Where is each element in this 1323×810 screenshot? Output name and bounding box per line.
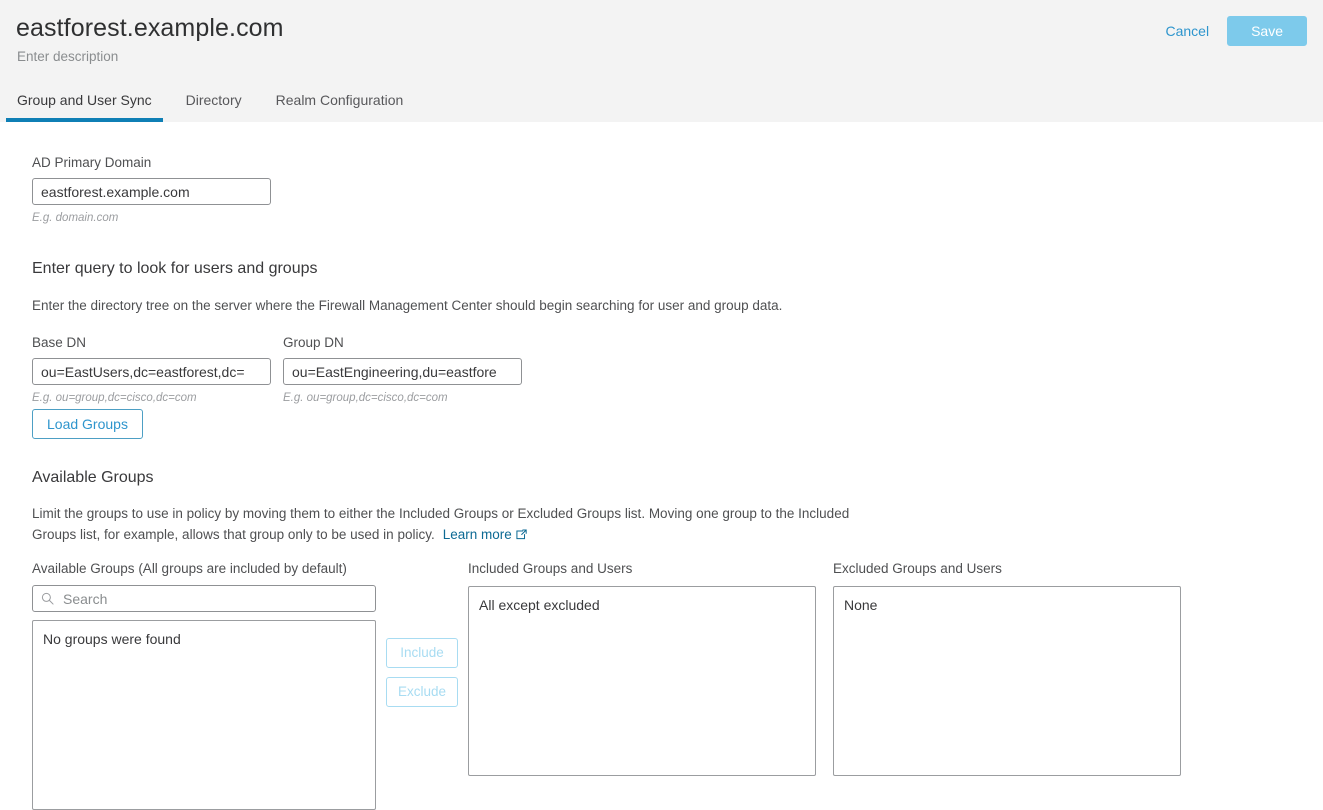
load-groups-container: Load Groups <box>32 409 143 439</box>
available-groups-listbox[interactable]: No groups were found <box>32 620 376 810</box>
available-groups-text: Limit the groups to use in policy by mov… <box>32 503 892 545</box>
query-section-title: Enter query to look for users and groups <box>32 258 1032 280</box>
group-transfer-lists: Available Groups (All groups are include… <box>32 560 1181 810</box>
base-dn-label: Base DN <box>32 334 271 352</box>
available-search-wrapper <box>32 585 376 612</box>
cancel-button[interactable]: Cancel <box>1163 18 1211 44</box>
included-groups-column: Included Groups and Users All except exc… <box>468 560 816 776</box>
available-groups-section: Available Groups Limit the groups to use… <box>32 467 892 545</box>
tab-bar: Group and User Sync Directory Realm Conf… <box>0 78 420 122</box>
include-button[interactable]: Include <box>386 638 458 668</box>
query-section: Enter query to look for users and groups… <box>32 258 1032 316</box>
available-groups-column: Available Groups (All groups are include… <box>32 560 376 810</box>
list-item: All except excluded <box>479 595 805 616</box>
group-dn-field: Group DN E.g. ou=group,dc=cisco,dc=com <box>283 334 522 406</box>
base-dn-field: Base DN E.g. ou=group,dc=cisco,dc=com <box>32 334 271 406</box>
excluded-groups-column-label: Excluded Groups and Users <box>833 560 1181 578</box>
ad-primary-domain-field: AD Primary Domain E.g. domain.com <box>32 154 271 226</box>
available-groups-title: Available Groups <box>32 467 892 489</box>
exclude-button[interactable]: Exclude <box>386 677 458 707</box>
excluded-groups-listbox[interactable]: None <box>833 586 1181 776</box>
query-section-text: Enter the directory tree on the server w… <box>32 295 1032 316</box>
search-input[interactable] <box>32 585 376 612</box>
available-groups-description: Limit the groups to use in policy by mov… <box>32 506 849 542</box>
save-button[interactable]: Save <box>1227 16 1307 46</box>
load-groups-button[interactable]: Load Groups <box>32 409 143 439</box>
ad-primary-domain-input[interactable] <box>32 178 271 205</box>
header-actions: Cancel Save <box>1163 16 1307 46</box>
base-dn-input[interactable] <box>32 358 271 385</box>
transfer-buttons-column: Include Exclude <box>376 560 468 707</box>
excluded-groups-column: Excluded Groups and Users None <box>833 560 1181 776</box>
group-dn-label: Group DN <box>283 334 522 352</box>
learn-more-link[interactable]: Learn more <box>443 527 527 542</box>
included-groups-column-label: Included Groups and Users <box>468 560 816 578</box>
dn-fields-row: Base DN E.g. ou=group,dc=cisco,dc=com Gr… <box>32 334 522 406</box>
tab-group-and-user-sync[interactable]: Group and User Sync <box>0 91 169 122</box>
page-description[interactable]: Enter description <box>17 48 118 66</box>
page-header: eastforest.example.com Enter description… <box>0 0 1323 122</box>
group-dn-hint: E.g. ou=group,dc=cisco,dc=com <box>283 390 522 406</box>
page-title: eastforest.example.com <box>16 13 284 43</box>
available-groups-column-label: Available Groups (All groups are include… <box>32 560 376 578</box>
included-groups-listbox[interactable]: All except excluded <box>468 586 816 776</box>
ad-primary-domain-label: AD Primary Domain <box>32 154 271 172</box>
list-item: None <box>844 595 1170 616</box>
tab-realm-configuration[interactable]: Realm Configuration <box>259 91 421 122</box>
tab-directory[interactable]: Directory <box>169 91 259 122</box>
learn-more-label: Learn more <box>443 527 512 542</box>
group-dn-input[interactable] <box>283 358 522 385</box>
ad-primary-domain-hint: E.g. domain.com <box>32 210 271 226</box>
external-link-icon <box>516 525 527 536</box>
available-groups-empty-message: No groups were found <box>43 629 365 650</box>
base-dn-hint: E.g. ou=group,dc=cisco,dc=com <box>32 390 271 406</box>
